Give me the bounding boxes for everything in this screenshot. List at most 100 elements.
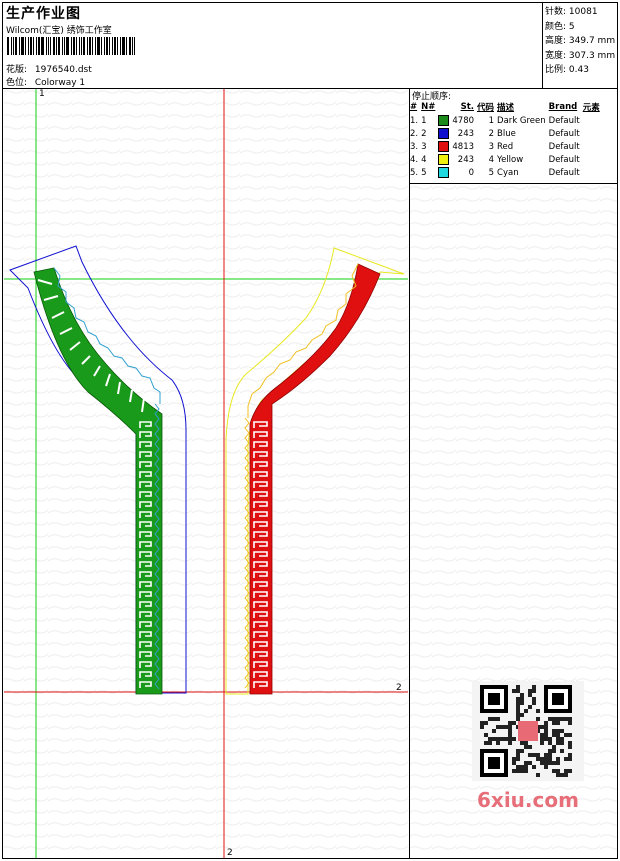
qr-module <box>536 753 540 757</box>
qr-module <box>544 737 548 741</box>
qr-module <box>556 721 560 725</box>
qr-module <box>528 693 532 697</box>
qr-module <box>496 725 500 729</box>
axis-label-bottom: 2 <box>227 848 233 858</box>
qr-module <box>556 757 560 761</box>
qr-module <box>532 685 536 689</box>
qr-module <box>496 737 500 741</box>
qr-module <box>516 697 520 701</box>
qr-module <box>544 753 548 757</box>
qr-module <box>560 737 564 741</box>
qr-module <box>548 749 552 753</box>
qr-module <box>492 729 496 733</box>
qr-module <box>500 737 504 741</box>
qr-module <box>556 737 560 741</box>
qr-module <box>568 717 572 721</box>
qr-module <box>488 717 492 721</box>
qr-module <box>488 741 492 745</box>
qr-module <box>516 717 520 721</box>
qr-module <box>544 757 548 761</box>
qr-module <box>556 769 560 773</box>
qr-module <box>552 721 556 725</box>
qr-module <box>556 741 560 745</box>
qr-module <box>556 729 560 733</box>
qr-module <box>524 769 528 773</box>
qr-module <box>552 717 556 721</box>
qr-module <box>496 741 500 745</box>
qr-module <box>520 713 524 717</box>
qr-module <box>568 721 572 725</box>
qr-module <box>512 721 516 725</box>
qr-code-watermark <box>472 681 584 781</box>
qr-module <box>544 765 548 769</box>
qr-module <box>544 725 548 729</box>
qr-module <box>552 745 556 749</box>
qr-module <box>516 769 520 773</box>
qr-module <box>556 717 560 721</box>
qr-module <box>516 749 520 753</box>
qr-finder <box>552 693 564 705</box>
qr-module <box>516 753 520 757</box>
qr-module <box>556 773 560 777</box>
qr-module <box>516 701 520 705</box>
qr-module <box>516 685 520 689</box>
qr-module <box>516 757 520 761</box>
qr-module <box>528 689 532 693</box>
qr-module <box>508 729 512 733</box>
qr-module <box>528 705 532 709</box>
qr-module <box>536 717 540 721</box>
qr-module <box>524 765 528 769</box>
qr-module <box>536 757 540 761</box>
qr-module <box>516 713 520 717</box>
qr-module <box>548 757 552 761</box>
qr-module <box>524 761 528 765</box>
qr-code <box>480 685 572 777</box>
qr-module <box>540 757 544 761</box>
qr-module <box>560 717 564 721</box>
qr-module <box>532 689 536 693</box>
qr-module <box>548 717 552 721</box>
qr-logo <box>518 721 538 741</box>
qr-module <box>568 753 572 757</box>
qr-module <box>488 737 492 741</box>
qr-module <box>552 749 556 753</box>
qr-module <box>548 753 552 757</box>
qr-module <box>536 709 540 713</box>
qr-module <box>556 733 560 737</box>
qr-module <box>504 737 508 741</box>
qr-module <box>520 765 524 769</box>
qr-module <box>524 745 528 749</box>
qr-module <box>492 737 496 741</box>
qr-module <box>484 721 488 725</box>
qr-module <box>560 773 564 777</box>
qr-module <box>560 749 564 753</box>
qr-module <box>548 741 552 745</box>
qr-module <box>528 753 532 757</box>
qr-module <box>556 761 560 765</box>
qr-module <box>520 697 524 701</box>
watermark-site: 6xiu.com <box>477 788 579 812</box>
qr-module <box>480 725 484 729</box>
qr-module <box>480 721 484 725</box>
qr-module <box>540 737 544 741</box>
qr-finder <box>488 693 500 705</box>
qr-module <box>544 733 548 737</box>
qr-module <box>564 757 568 761</box>
qr-module <box>520 741 524 745</box>
qr-module <box>540 725 544 729</box>
canvas-background <box>4 89 408 858</box>
qr-module <box>508 721 512 725</box>
qr-module <box>532 765 536 769</box>
qr-module <box>520 701 524 705</box>
qr-module <box>520 693 524 697</box>
qr-module <box>564 773 568 777</box>
qr-module <box>560 741 564 745</box>
qr-module <box>568 741 572 745</box>
qr-module <box>552 769 556 773</box>
qr-module <box>508 741 512 745</box>
qr-module <box>552 733 556 737</box>
qr-module <box>564 733 568 737</box>
qr-module <box>524 709 528 713</box>
qr-module <box>512 689 516 693</box>
qr-module <box>496 717 500 721</box>
